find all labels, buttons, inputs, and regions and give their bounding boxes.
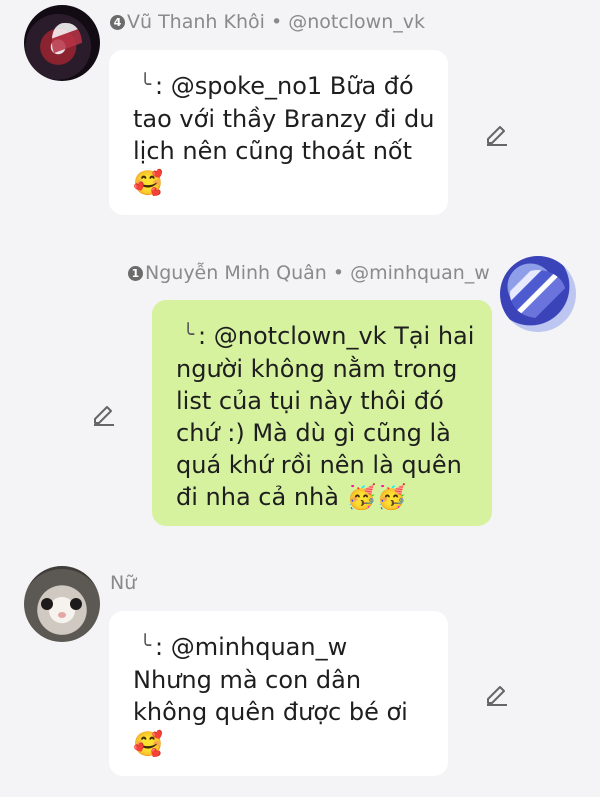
sender-handle: @minhquan_w <box>350 262 490 284</box>
sender-name: Vũ Thanh Khôi <box>127 11 265 33</box>
message-line: ╰: @minhquan_w <box>133 631 448 664</box>
sender-name: Nguyễn Minh Quân <box>145 262 327 284</box>
message-line: list của tụi này thôi đó <box>176 387 444 415</box>
message-line: 🥰 <box>133 169 163 197</box>
rank-badge: 4 <box>110 15 125 30</box>
sender-name: Nữ <box>110 572 137 594</box>
edit-icon[interactable] <box>90 400 116 426</box>
message-bubble[interactable]: ╰: @minhquan_w Nhưng mà con dân không qu… <box>109 611 448 776</box>
edit-icon[interactable] <box>483 680 509 706</box>
message-bubble[interactable]: ╰: @notclown_vk Tại hai người không nằm … <box>152 300 492 526</box>
sender-label: 1 Nguyễn Minh Quân • @minhquan_w <box>128 262 490 284</box>
sender-separator: • <box>332 262 345 284</box>
message-line: chứ :) Mà dù gì cũng là <box>176 419 451 447</box>
reply-arrow-icon: ╰ <box>182 322 195 346</box>
avatar-nu[interactable] <box>24 566 100 642</box>
sender-separator: • <box>270 11 283 33</box>
message-bubble[interactable]: ╰: @spoke_no1 Bữa đó tao với thầy Branzy… <box>109 50 448 215</box>
message-line: 🥰 <box>133 730 163 758</box>
message-line: Nhưng mà con dân <box>133 666 362 694</box>
message-line: đi nha cả nhà 🥳🥳 <box>176 483 407 511</box>
reply-arrow-icon: ╰ <box>139 633 152 657</box>
reply-arrow-icon: ╰ <box>139 72 152 96</box>
message-line: quá khứ rồi nên là quên <box>176 451 462 479</box>
message-line: lịch nên cũng thoát nốt <box>133 137 413 165</box>
message-line: ╰: @notclown_vk Tại hai <box>176 320 492 353</box>
message-line: tao với thầy Branzy đi du <box>133 105 435 133</box>
sender-handle: @notclown_vk <box>288 11 426 33</box>
edit-icon[interactable] <box>483 120 509 146</box>
message-line: người không nằm trong <box>176 355 458 383</box>
rank-badge: 1 <box>128 266 143 281</box>
message-line: ╰: @spoke_no1 Bữa đó <box>133 70 448 103</box>
message-line: không quên được bé ơi <box>133 698 408 726</box>
avatar-nguyen-minh-quan[interactable] <box>500 256 576 332</box>
avatar-vu-thanh-khoi[interactable] <box>24 5 100 81</box>
sender-label: Nữ <box>110 572 136 594</box>
sender-label: 4 Vũ Thanh Khôi • @notclown_vk <box>110 11 425 33</box>
